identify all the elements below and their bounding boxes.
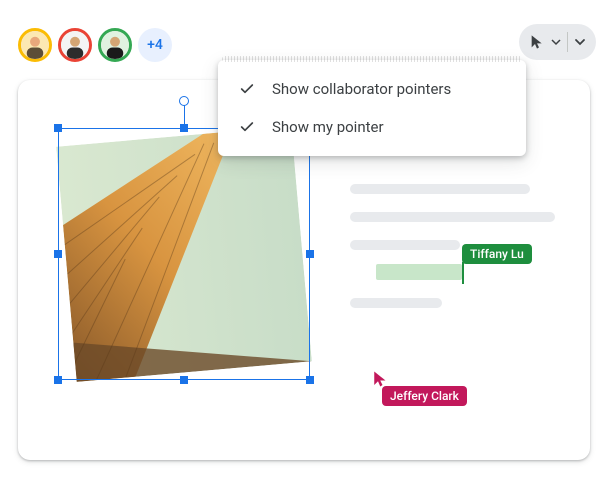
resize-handle-n[interactable] [180,124,188,132]
collaborator-pointer-jeffery: Jeffery Clark [372,370,390,392]
more-collaborators-badge[interactable]: +4 [138,28,172,62]
menu-item-show-my-pointer[interactable]: Show my pointer [218,108,526,146]
collaborator-label-tiffany: Tiffany Lu [462,244,532,264]
check-icon [238,81,256,97]
collaborator-caret [462,262,464,284]
caret-down-icon [551,37,561,47]
text-line [350,184,530,194]
pointer-options-menu: Show collaborator pointers Show my point… [218,60,526,156]
resize-handle-se[interactable] [306,376,314,384]
avatar[interactable] [98,28,132,62]
divider [567,32,568,52]
selected-image[interactable] [58,128,310,380]
menu-item-label: Show my pointer [272,118,384,136]
cursor-icon [529,34,545,50]
pointer-options-button[interactable] [519,24,596,60]
resize-handle-nw[interactable] [54,124,62,132]
menu-item-show-collaborator-pointers[interactable]: Show collaborator pointers [218,70,526,108]
resize-handle-w[interactable] [54,250,62,258]
text-placeholder-block: Tiffany Lu [350,184,560,326]
chevron-down-icon[interactable] [574,36,586,48]
menu-item-label: Show collaborator pointers [272,80,451,98]
resize-handle-e[interactable] [306,250,314,258]
selection-frame [58,128,310,380]
text-line [350,212,555,222]
collaborator-label-jeffery: Jeffery Clark [382,386,467,406]
avatar[interactable] [18,28,52,62]
resize-handle-s[interactable] [180,376,188,384]
resize-handle-sw[interactable] [54,376,62,384]
rotation-handle[interactable] [179,96,189,106]
text-line [350,298,442,308]
collaborator-avatars: +4 [18,28,172,62]
text-selection-highlight [376,264,462,280]
avatar[interactable] [58,28,92,62]
text-line [350,240,460,250]
check-icon [238,119,256,135]
